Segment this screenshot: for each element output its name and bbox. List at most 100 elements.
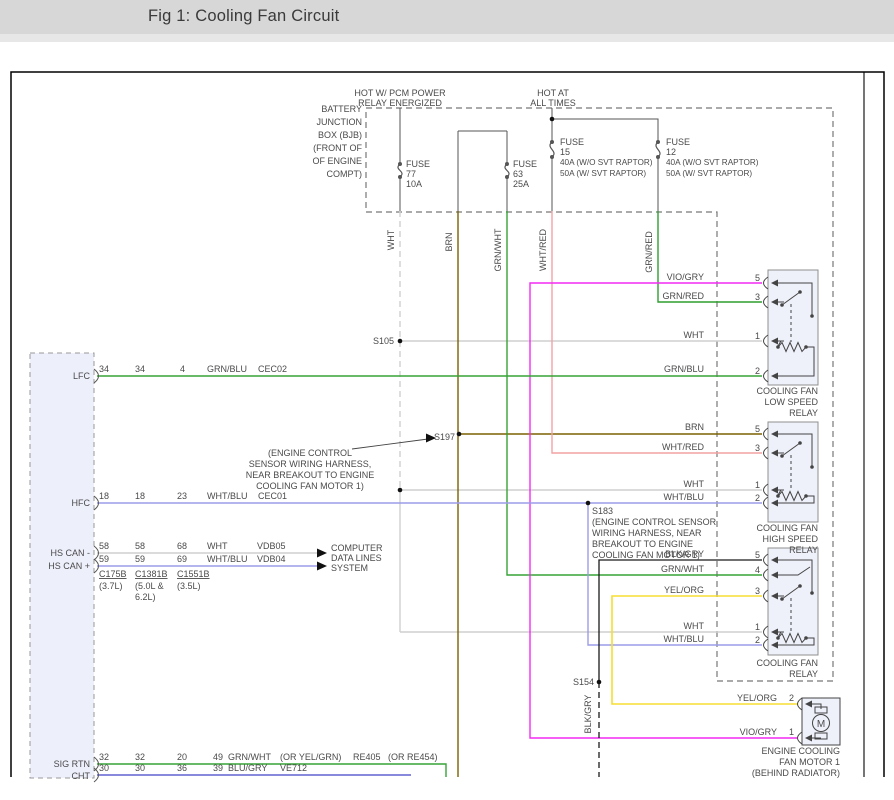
label-wht-red: WHT/RED (662, 442, 704, 452)
diagram-frame (11, 72, 884, 777)
fuse-77-top-dot (398, 162, 402, 166)
fuse-15-bottom-dot (550, 155, 554, 159)
label-5: 5 (755, 550, 760, 560)
label-cec01: CEC01 (258, 491, 287, 501)
label-2: 2 (789, 693, 794, 703)
s197-pointer-line (352, 439, 428, 449)
label-or-re454: (OR RE454) (388, 752, 438, 762)
fuse-12-top-dot (656, 140, 660, 144)
label-relay: RELAY (789, 545, 818, 555)
label-2: 2 (755, 366, 760, 376)
label-6-2l: 6.2L) (135, 592, 156, 602)
contact-dot-14 (804, 636, 808, 640)
splice-dot-1 (398, 488, 403, 493)
label-or-yel-grn: (OR YEL/GRN) (280, 752, 341, 762)
wiring-diagram-svg: HOT W/ PCM POWERRELAY ENERGIZEDHOT ATALL… (0, 0, 894, 800)
label-cooling-fan: COOLING FAN (756, 658, 818, 668)
label-wht: WHT (684, 479, 705, 489)
data-lines-arrow-1 (317, 549, 327, 558)
label-junction: JUNCTION (317, 117, 363, 127)
relay-pin-8-arc (764, 554, 769, 566)
motor-pin-0-arc (798, 698, 803, 710)
label-vio-gry: VIO/GRY (740, 727, 777, 737)
label-fuse: FUSE (513, 159, 537, 169)
splice-dot-4 (597, 680, 602, 685)
label-wiring-harness-near: WIRING HARNESS, NEAR (592, 528, 702, 538)
label-vio-gry: VIO/GRY (667, 272, 704, 282)
contact-dot-0 (810, 314, 814, 318)
label-m: M (817, 719, 825, 730)
label-engine-cooling: ENGINE COOLING (761, 746, 840, 756)
label-40a-w-o-svt-raptor: 40A (W/O SVT RAPTOR) (666, 158, 759, 167)
label-grn-red: GRN/RED (644, 231, 654, 273)
relay-low-speed-box (768, 270, 818, 385)
contact-dot-11 (780, 597, 784, 601)
label-49: 49 (213, 752, 223, 762)
label-5: 5 (755, 424, 760, 434)
label-brn: BRN (444, 232, 454, 251)
label-cooling-fan: COOLING FAN (756, 523, 818, 533)
label-69: 69 (177, 554, 187, 564)
label-wht-blu: WHT/BLU (207, 554, 248, 564)
contact-dot-13 (776, 636, 780, 640)
label-wht: WHT (386, 229, 396, 250)
splice-dot-2 (457, 432, 462, 437)
label-box-bjb: BOX (BJB) (318, 130, 362, 140)
label-compt: COMPT) (327, 169, 363, 179)
label-cooling-fan-motor-1: COOLING FAN MOTOR 1) (256, 481, 364, 491)
label-s105: S105 (373, 336, 394, 346)
label-5: 5 (755, 273, 760, 283)
relay-pin-4-arc (764, 428, 769, 440)
label-relay-energized: RELAY ENERGIZED (358, 98, 442, 108)
splice-dot-5 (550, 117, 555, 122)
label-59: 59 (99, 554, 109, 564)
contact-dot-3 (776, 345, 780, 349)
label-18: 18 (135, 491, 145, 501)
label-30: 30 (135, 763, 145, 773)
contact-dot-6 (780, 454, 784, 458)
label-hfc: HFC (72, 498, 91, 508)
contact-dot-8 (776, 494, 780, 498)
label-relay: RELAY (789, 408, 818, 418)
label-fuse: FUSE (560, 137, 584, 147)
label-brn: BRN (685, 422, 704, 432)
label-59: 59 (135, 554, 145, 564)
label-relay: RELAY (789, 669, 818, 679)
label-1: 1 (755, 622, 760, 632)
label-25a: 25A (513, 179, 529, 189)
label-yel-org: YEL/ORG (664, 585, 704, 595)
fuse-15-top-dot (550, 140, 554, 144)
label-grn-wht: GRN/WHT (228, 752, 271, 762)
label-sensor-wiring-harness: SENSOR WIRING HARNESS, (249, 459, 372, 469)
contact-dot-4 (804, 345, 808, 349)
relay-pin-12-arc (764, 639, 769, 651)
label-32: 32 (135, 752, 145, 762)
label-wht-blu: WHT/BLU (664, 634, 705, 644)
splice-dot-3 (586, 501, 591, 506)
screenshot-stage: Fig 1: Cooling Fan Circuit HOT W/ PCM PO… (0, 0, 894, 800)
label-yel-org: YEL/ORG (737, 693, 777, 703)
label-all-times: ALL TIMES (530, 98, 576, 108)
label-23: 23 (177, 491, 187, 501)
label-s183: S183 (592, 506, 613, 516)
label-hot-w-pcm-power: HOT W/ PCM POWER (354, 88, 446, 98)
label-1: 1 (755, 331, 760, 341)
label-3: 3 (755, 292, 760, 302)
label-18: 18 (99, 491, 109, 501)
contact-dot-5 (810, 465, 814, 469)
label-wht: WHT (684, 330, 705, 340)
label-low-speed: LOW SPEED (764, 397, 818, 407)
contact-dot-12 (798, 584, 802, 588)
relay-pin-6-arc (764, 484, 769, 496)
label-c1381b: C1381B (135, 569, 168, 579)
motor-pin-1-arc (798, 732, 803, 744)
label-front-of: (FRONT OF (313, 143, 362, 153)
label-engine-control-sensor: (ENGINE CONTROL SENSOR (592, 517, 717, 527)
label-c1551b: C1551B (177, 569, 210, 579)
relay-pin-2-arc (764, 335, 769, 347)
contact-dot-9 (804, 494, 808, 498)
label-2: 2 (755, 493, 760, 503)
relay-pin-0-arc (764, 277, 769, 289)
label-4: 4 (180, 364, 185, 374)
relay-pin-1-arc (764, 296, 769, 308)
